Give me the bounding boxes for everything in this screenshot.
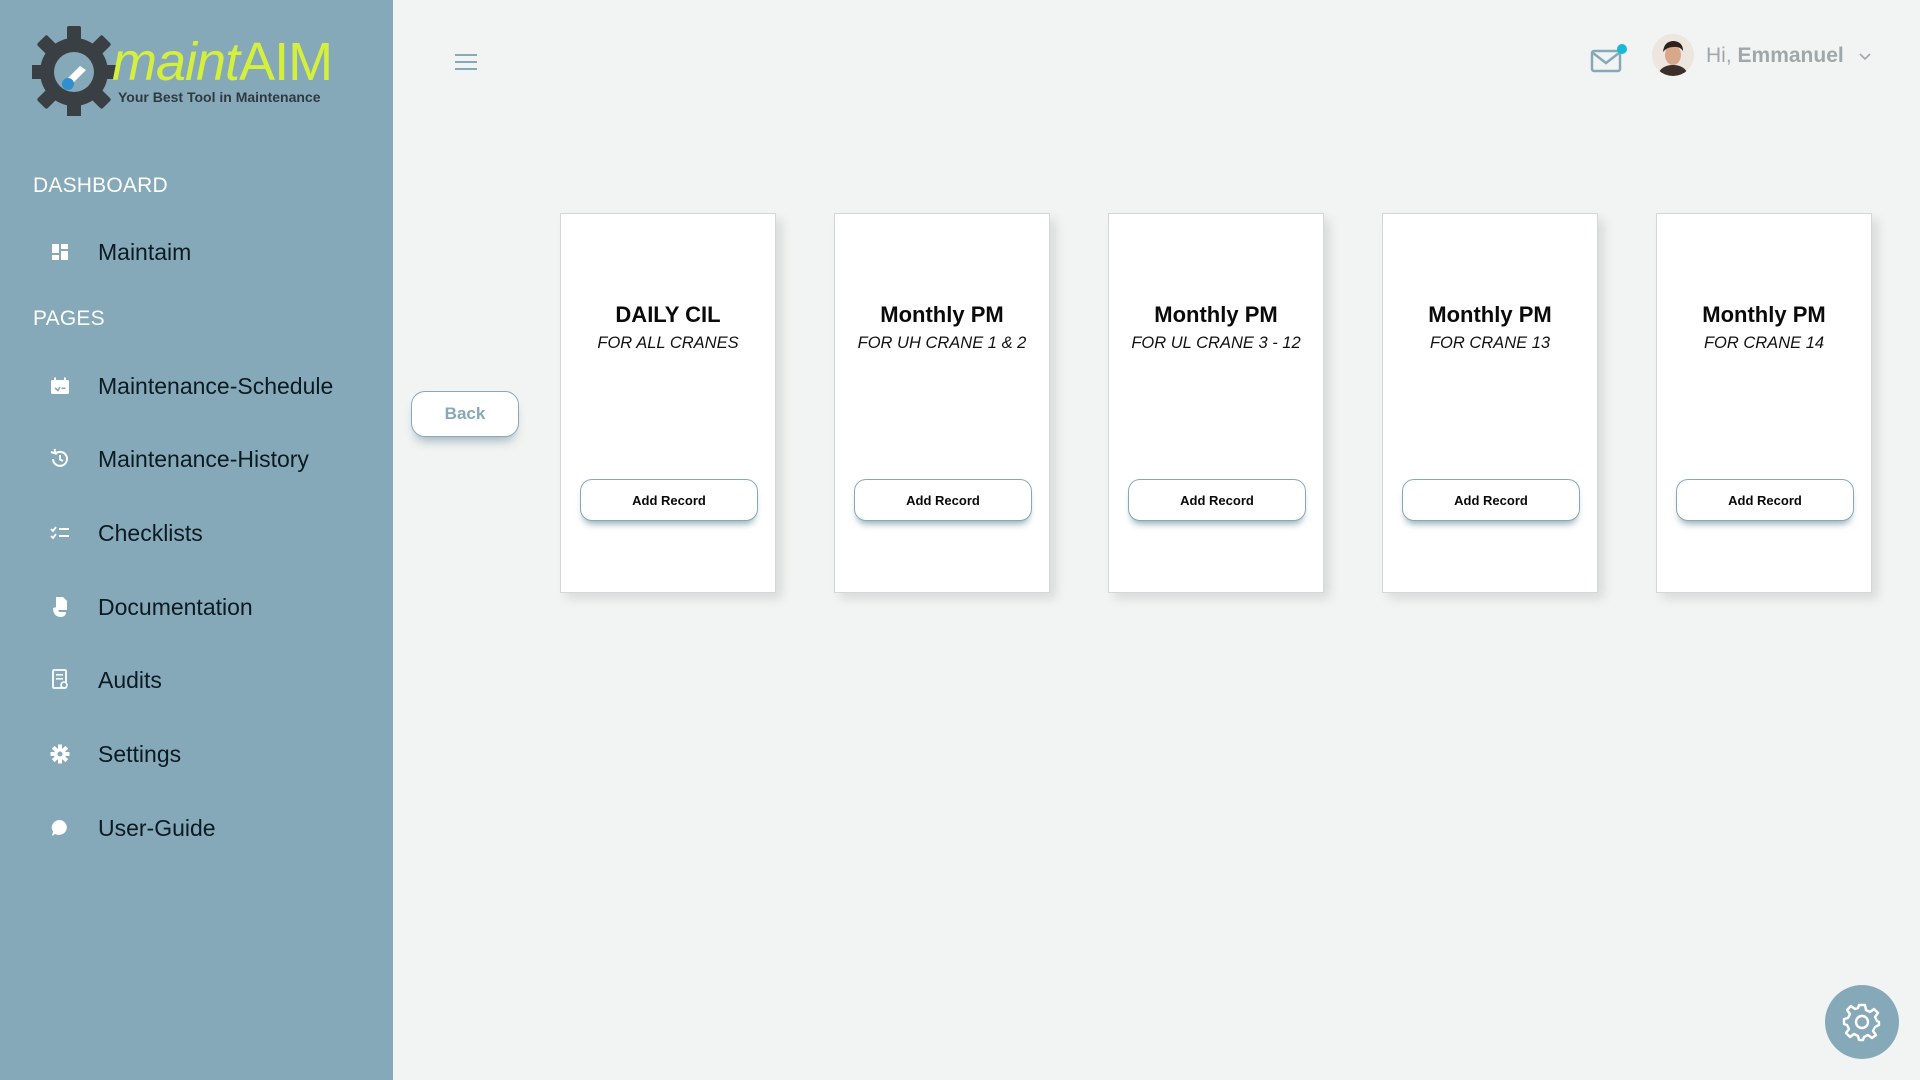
brand-tagline: Your Best Tool in Maintenance <box>118 89 321 105</box>
gear-icon <box>48 742 72 766</box>
checklist-card-monthly-pm-ul: Monthly PM FOR UL CRANE 3 - 12 Add Recor… <box>1108 213 1324 593</box>
brand-logo[interactable]: maintAIM Your Best Tool in Maintenance <box>32 24 333 120</box>
card-subtitle: FOR ALL CRANES <box>597 334 739 352</box>
sidebar-item-settings[interactable]: Settings <box>0 726 393 782</box>
sidebar-item-label: Maintaim <box>98 238 192 265</box>
sidebar-item-user-guide[interactable]: User-Guide <box>0 800 393 856</box>
document-hand-icon <box>48 595 72 619</box>
chat-bubble-icon <box>48 816 72 840</box>
user-name: Emmanuel <box>1737 44 1844 67</box>
sidebar-item-maintenance-schedule[interactable]: Maintenance-Schedule <box>0 358 393 414</box>
sidebar-item-label: Maintenance-History <box>98 445 309 472</box>
sidebar-item-label: Settings <box>98 740 182 767</box>
card-title: DAILY CIL <box>615 302 721 327</box>
card-subtitle: FOR UL CRANE 3 - 12 <box>1131 334 1301 352</box>
sidebar-item-label: User-Guide <box>98 814 216 841</box>
section-label-dashboard: DASHBOARD <box>33 174 168 197</box>
greeting-prefix: Hi, <box>1706 44 1732 67</box>
back-button[interactable]: Back <box>411 391 519 437</box>
history-icon <box>48 447 72 471</box>
notification-dot <box>1617 44 1627 54</box>
brand-word-part1: maint <box>112 32 240 92</box>
sidebar-item-label: Checklists <box>98 519 203 546</box>
checklist-card-monthly-pm-uh: Monthly PM FOR UH CRANE 1 & 2 Add Record <box>834 213 1050 593</box>
dashboard-grid-icon <box>48 240 72 264</box>
sidebar-item-maintaim[interactable]: Maintaim <box>0 224 393 280</box>
checklist-card-daily-cil: DAILY CIL FOR ALL CRANES Add Record <box>560 213 776 593</box>
user-greeting[interactable]: Hi, Emmanuel <box>1706 44 1844 68</box>
sidebar-item-audits[interactable]: Audits <box>0 652 393 708</box>
section-label-pages: PAGES <box>33 307 105 330</box>
brand-wordmark: maintAIM <box>112 32 333 92</box>
chevron-down-icon[interactable] <box>1858 50 1872 62</box>
sidebar: maintAIM Your Best Tool in Maintenance D… <box>0 0 393 1080</box>
card-title: Monthly PM <box>1702 302 1826 327</box>
card-title: Monthly PM <box>1428 302 1552 327</box>
gear-wrench-logo-icon <box>32 26 116 116</box>
add-record-button[interactable]: Add Record <box>1676 479 1854 521</box>
sidebar-item-documentation[interactable]: Documentation <box>0 579 393 635</box>
hamburger-icon[interactable] <box>454 50 478 74</box>
add-record-button[interactable]: Add Record <box>1402 479 1580 521</box>
add-record-button[interactable]: Add Record <box>1128 479 1306 521</box>
brand-word-part2: AIM <box>239 32 333 92</box>
calendar-check-icon <box>48 374 72 398</box>
card-subtitle: FOR UH CRANE 1 & 2 <box>857 334 1027 352</box>
sidebar-item-label: Documentation <box>98 593 253 620</box>
card-subtitle: FOR CRANE 13 <box>1429 334 1551 352</box>
checklist-icon <box>48 521 72 545</box>
floating-settings-button[interactable] <box>1825 985 1899 1059</box>
card-title: Monthly PM <box>1154 302 1278 327</box>
add-record-button[interactable]: Add Record <box>580 479 758 521</box>
sidebar-item-label: Maintenance-Schedule <box>98 372 334 399</box>
sidebar-item-label: Audits <box>98 666 162 693</box>
add-record-button[interactable]: Add Record <box>854 479 1032 521</box>
avatar[interactable] <box>1652 34 1694 76</box>
sidebar-item-checklists[interactable]: Checklists <box>0 505 393 561</box>
checklist-card-monthly-pm-crane-14: Monthly PM FOR CRANE 14 Add Record <box>1656 213 1872 593</box>
card-title: Monthly PM <box>880 302 1004 327</box>
audit-report-icon <box>48 668 72 692</box>
gear-icon <box>1842 1003 1881 1042</box>
checklist-card-monthly-pm-crane-13: Monthly PM FOR CRANE 13 Add Record <box>1382 213 1598 593</box>
sidebar-item-maintenance-history[interactable]: Maintenance-History <box>0 431 393 487</box>
card-subtitle: FOR CRANE 14 <box>1703 334 1825 352</box>
